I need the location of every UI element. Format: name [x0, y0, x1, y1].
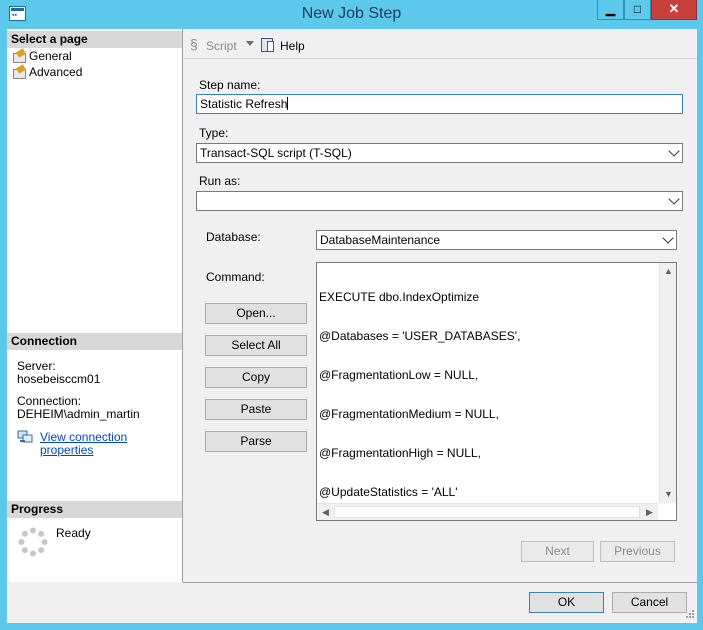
previous-button[interactable]: Previous — [600, 541, 675, 562]
type-value: Transact-SQL script (T-SQL) — [200, 146, 352, 160]
script-button[interactable]: Script — [206, 39, 237, 53]
vertical-scrollbar[interactable]: ▲ ▼ — [659, 263, 676, 503]
copy-button[interactable]: Copy — [205, 367, 307, 388]
dialog-client: Select a page General Advanced Connectio… — [7, 29, 697, 623]
server-value: hosebeisccm01 — [17, 372, 101, 386]
minimize-button[interactable]: ▁ — [597, 0, 624, 20]
parse-button[interactable]: Parse — [205, 431, 307, 452]
type-select[interactable]: Transact-SQL script (T-SQL) — [196, 143, 683, 163]
command-line: @UpdateStatistics = 'ALL' — [319, 485, 458, 499]
close-button[interactable]: ✕ — [651, 0, 697, 20]
page-item-label: General — [29, 49, 72, 63]
chevron-down-icon[interactable] — [246, 41, 254, 46]
scroll-right-icon[interactable]: ▶ — [641, 504, 658, 521]
command-textarea[interactable]: EXECUTE dbo.IndexOptimize @Databases = '… — [316, 262, 677, 521]
command-line: @FragmentationHigh = NULL, — [319, 446, 481, 460]
command-line: EXECUTE dbo.IndexOptimize — [319, 290, 480, 304]
progress-spinner-icon — [18, 527, 48, 557]
maximize-button[interactable]: □ — [624, 0, 651, 20]
run-as-label: Run as: — [199, 174, 241, 188]
toolbar: § Script Help — [184, 29, 697, 59]
horizontal-scrollbar[interactable]: ◀ ▶ — [317, 503, 658, 520]
command-line: @FragmentationLow = NULL, — [319, 368, 479, 382]
database-label: Database: — [206, 230, 261, 244]
step-name-value: Statistic Refresh — [200, 97, 288, 111]
next-button[interactable]: Next — [521, 541, 594, 562]
page-item-label: Advanced — [29, 65, 83, 79]
page-item-general[interactable]: General — [11, 48, 72, 64]
paste-button[interactable]: Paste — [205, 399, 307, 420]
view-connection-properties-link[interactable]: View connection properties — [40, 431, 182, 457]
page-item-advanced[interactable]: Advanced — [11, 64, 82, 80]
step-name-input[interactable]: Statistic Refresh — [196, 94, 683, 114]
command-line: @FragmentationMedium = NULL, — [319, 407, 499, 421]
chevron-down-icon — [668, 145, 680, 157]
help-button[interactable]: Help — [280, 39, 305, 53]
ok-button[interactable]: OK — [529, 592, 604, 613]
scroll-down-icon[interactable]: ▼ — [660, 486, 677, 503]
page-icon — [12, 50, 26, 63]
chevron-down-icon — [668, 193, 680, 205]
command-text: EXECUTE dbo.IndexOptimize @Databases = '… — [319, 265, 520, 525]
left-pane: Select a page General Advanced Connectio… — [7, 29, 183, 582]
script-icon: § — [190, 36, 198, 52]
database-select[interactable]: DatabaseMaintenance — [316, 230, 677, 250]
connection-value: DEHEIM\admin_martin — [17, 407, 140, 421]
connection-header: Connection — [7, 333, 182, 350]
connection-properties-icon — [17, 430, 33, 444]
divider — [183, 582, 697, 583]
help-icon — [261, 38, 274, 52]
title-bar[interactable]: ▪▪ New Job Step ▁ □ ✕ — [0, 0, 703, 29]
progress-header: Progress — [7, 501, 182, 518]
scroll-up-icon[interactable]: ▲ — [660, 263, 677, 280]
type-label: Type: — [199, 126, 229, 140]
resize-grip-icon[interactable] — [683, 609, 695, 621]
scroll-left-icon[interactable]: ◀ — [317, 504, 334, 521]
page-icon — [12, 66, 26, 79]
command-line: @Databases = 'USER_DATABASES', — [319, 329, 521, 343]
run-as-select[interactable] — [196, 191, 683, 211]
chevron-down-icon — [662, 232, 674, 244]
select-page-header: Select a page — [7, 31, 182, 48]
step-name-label: Step name: — [199, 78, 261, 92]
open-button[interactable]: Open... — [205, 303, 307, 324]
database-value: DatabaseMaintenance — [320, 233, 441, 247]
select-all-button[interactable]: Select All — [205, 335, 307, 356]
progress-status: Ready — [56, 526, 91, 540]
command-label: Command: — [206, 270, 265, 284]
cancel-button[interactable]: Cancel — [612, 592, 687, 613]
horizontal-scroll-thumb[interactable] — [334, 506, 640, 518]
